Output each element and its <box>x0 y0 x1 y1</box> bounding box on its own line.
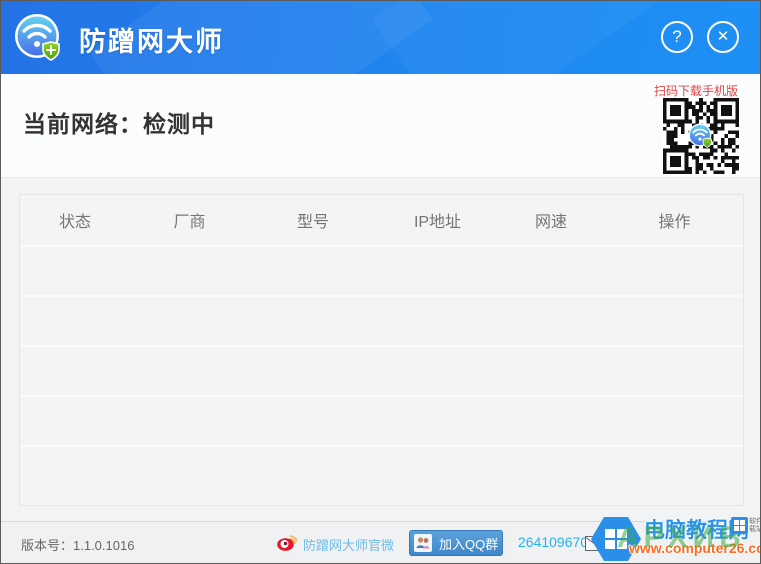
column-header-status: 状态 <box>58 214 91 231</box>
weibo-icon <box>277 533 298 556</box>
qq-button-label: 加入QQ群 <box>439 536 499 552</box>
column-header-speed: 网速 <box>534 214 567 231</box>
qq-group-icon <box>414 534 432 552</box>
app-title: 防蹭网大师 <box>79 27 224 57</box>
help-button[interactable]: ? <box>661 21 693 53</box>
question-icon: ? <box>672 27 682 46</box>
version-label: 版本号：1.1.0.1016 <box>21 538 135 553</box>
network-status-text: 当前网络：检测中 <box>23 111 215 137</box>
weibo-link[interactable]: 防蹭网大师官微 <box>277 533 394 556</box>
table-row <box>20 397 743 447</box>
column-header-model: 型号 <box>296 214 329 231</box>
table-row <box>20 297 743 347</box>
join-qq-group-button[interactable]: 加入QQ群 <box>409 530 503 556</box>
wifi-shield-logo-icon <box>14 13 64 63</box>
device-table: 状态 厂商 型号 IP地址 网速 操作 <box>19 194 744 506</box>
column-header-vendor: 厂商 <box>173 214 206 231</box>
titlebar: 防蹭网大师 ? ✕ <box>1 1 760 74</box>
qr-code <box>662 98 740 174</box>
table-row <box>20 447 743 497</box>
qq-group-number[interactable]: 264109670 <box>518 534 588 550</box>
column-header-ip: IP地址 <box>413 214 462 231</box>
mail-icon[interactable] <box>585 536 606 556</box>
network-bar: 当前网络：检测中 扫码下载手机版 <box>1 74 760 178</box>
titlebar-deco <box>371 1 671 74</box>
qr-center-logo-icon <box>688 123 714 149</box>
table-row <box>20 247 743 297</box>
column-header-action: 操作 <box>658 214 691 231</box>
statusbar: 版本号：1.1.0.1016 防蹭网大师官微 加入QQ群 264109670 <box>1 521 760 563</box>
table-row <box>20 347 743 397</box>
close-button[interactable]: ✕ <box>707 21 739 53</box>
app-window: 防蹭网大师 ? ✕ 当前网络：检测中 扫码下载手机版 状态 厂商 型号 IP地址… <box>0 0 761 564</box>
table-header-row: 状态 厂商 型号 IP地址 网速 操作 <box>20 195 743 247</box>
qr-download-label: 扫码下载手机版 <box>653 84 738 98</box>
close-icon: ✕ <box>716 28 730 45</box>
weibo-label: 防蹭网大师官微 <box>303 538 395 553</box>
